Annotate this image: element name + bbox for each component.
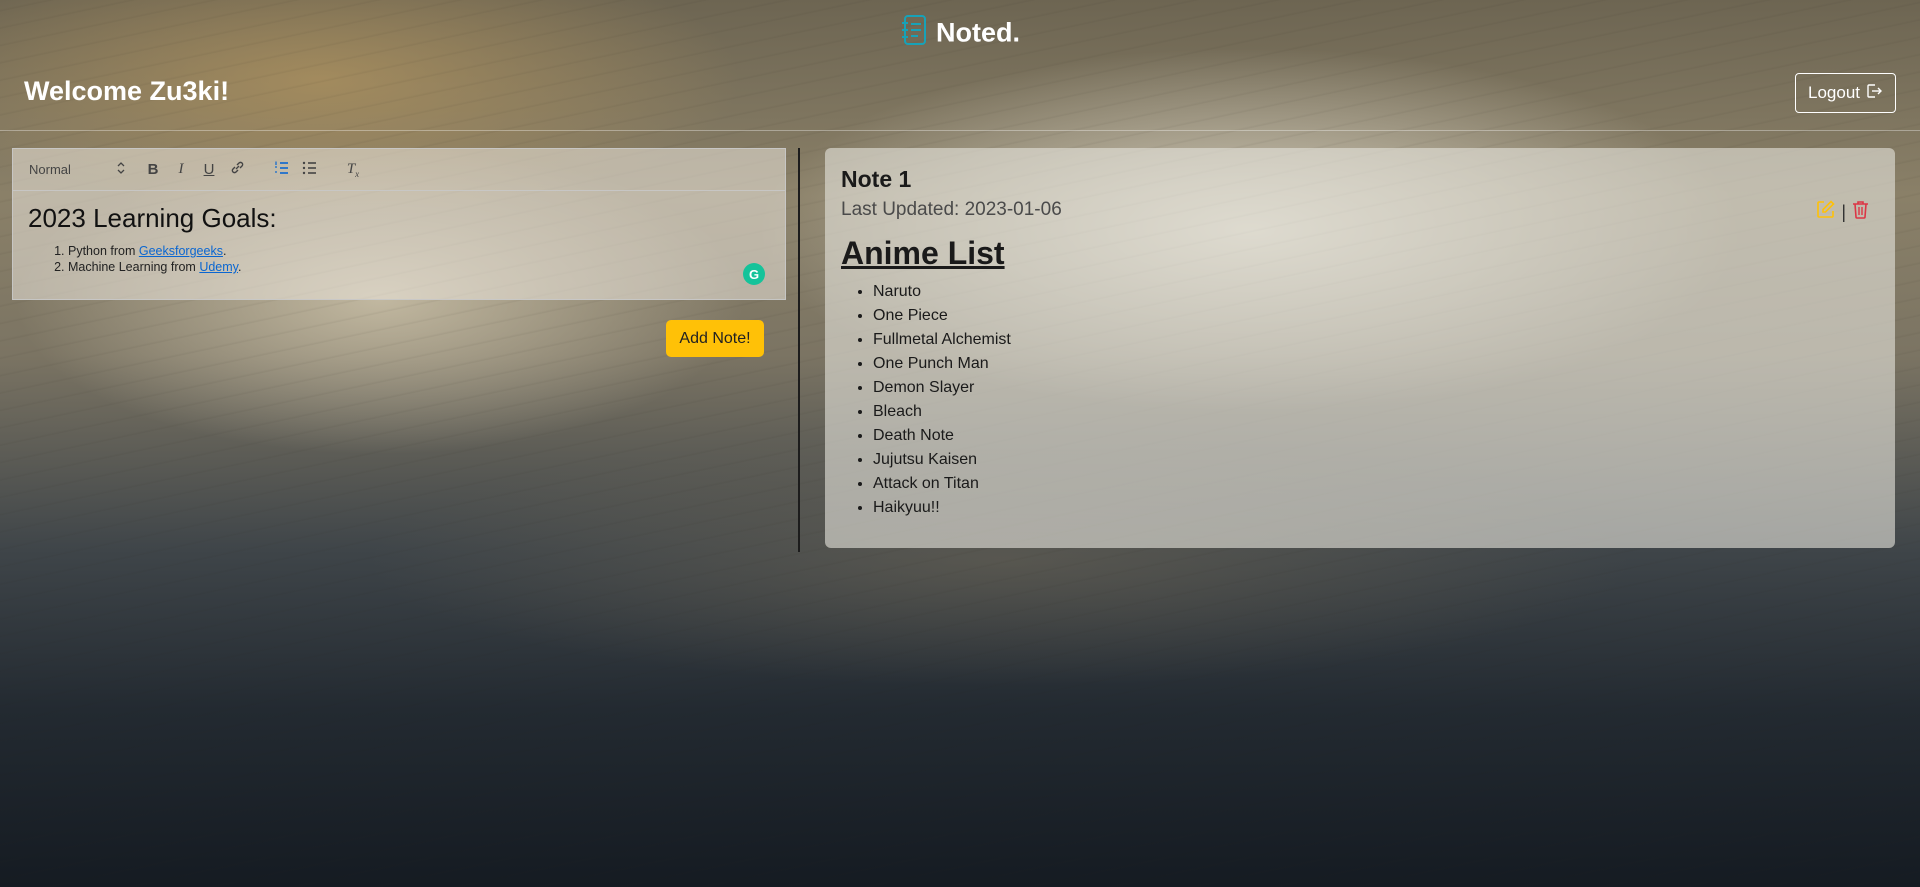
ordered-list-icon [274, 161, 289, 179]
list-item: One Punch Man [873, 352, 1879, 376]
note-list: Naruto One Piece Fullmetal Alchemist One… [841, 280, 1879, 520]
list-item: One Piece [873, 304, 1879, 328]
item-link[interactable]: Udemy [199, 260, 238, 274]
logout-button[interactable]: Logout [1795, 73, 1896, 113]
grammarly-icon[interactable]: G [743, 263, 765, 285]
list-item: Fullmetal Alchemist [873, 328, 1879, 352]
select-arrows-icon [117, 162, 125, 177]
format-select-value: Normal [29, 162, 71, 177]
italic-button[interactable]: I [167, 158, 195, 182]
note-actions: | [1816, 200, 1869, 224]
welcome-text: Welcome Zu3ki! [24, 76, 230, 106]
note-last-updated: Last Updated: 2023-01-06 [841, 199, 1062, 220]
format-select[interactable]: Normal [29, 162, 125, 177]
list-item: Jujutsu Kaisen [873, 448, 1879, 472]
trash-icon[interactable] [1852, 200, 1869, 224]
item-text: Machine Learning from [68, 260, 200, 274]
editor-ordered-list: Python from Geeksforgeeks. Machine Learn… [28, 244, 770, 274]
editor-content[interactable]: 2023 Learning Goals: Python from Geeksfo… [13, 191, 785, 286]
list-item: Naruto [873, 280, 1879, 304]
link-button[interactable] [223, 158, 251, 182]
item-suffix: . [222, 244, 227, 258]
link-icon [230, 160, 245, 179]
list-item: Python from Geeksforgeeks. [68, 244, 770, 258]
add-note-button[interactable]: Add Note! [666, 320, 764, 357]
clear-format-button[interactable]: Tx [339, 158, 367, 182]
list-item: Machine Learning from Udemy. [68, 260, 770, 274]
clear-format-icon: Tx [346, 160, 360, 179]
underline-icon: U [203, 161, 215, 178]
action-separator: | [1841, 201, 1846, 222]
header-divider [0, 130, 1920, 131]
bold-button[interactable]: B [139, 158, 167, 182]
ordered-list-button[interactable] [267, 158, 295, 182]
header: Noted. Welcome Zu3ki! Logout [0, 0, 1920, 130]
list-item: Attack on Titan [873, 472, 1879, 496]
brand: Noted. [0, 14, 1920, 49]
logout-icon [1866, 83, 1883, 104]
note-title: Note 1 [841, 166, 912, 192]
journal-icon [900, 14, 928, 46]
logout-label: Logout [1808, 83, 1860, 102]
bullet-list-icon [302, 161, 317, 179]
column-divider [798, 148, 800, 552]
list-item: Death Note [873, 424, 1879, 448]
list-item: Demon Slayer [873, 376, 1879, 400]
italic-icon: I [178, 161, 184, 177]
list-item: Haikyuu!! [873, 496, 1879, 520]
item-suffix: . [238, 260, 242, 274]
bullet-list-button[interactable] [295, 158, 323, 182]
note-card: Note 1 Last Updated: 2023-01-06 | Anime … [825, 148, 1895, 548]
editor-toolbar: Normal B I U Tx [13, 149, 785, 191]
editor-heading: 2023 Learning Goals: [28, 203, 277, 233]
item-link[interactable]: Geeksforgeeks [139, 244, 223, 258]
app-name: Noted. [936, 17, 1020, 48]
list-item: Bleach [873, 400, 1879, 424]
underline-button[interactable]: U [195, 158, 223, 182]
note-heading: Anime List [841, 235, 1005, 271]
note-editor: Normal B I U Tx 2023 Learning Goals: Pyt… [12, 148, 786, 300]
item-text: Python from [68, 244, 139, 258]
edit-icon[interactable] [1816, 200, 1835, 224]
bold-icon: B [147, 161, 159, 178]
